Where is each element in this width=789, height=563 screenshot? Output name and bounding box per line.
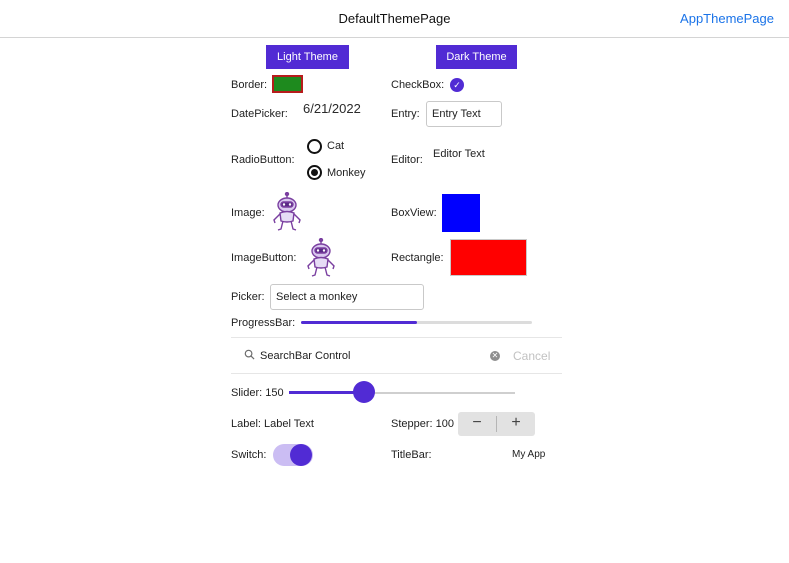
stepper-label: Stepper: 100 — [391, 418, 454, 430]
slider-label: Slider: 150 — [231, 387, 284, 399]
datepicker[interactable]: 6/21/2022 — [303, 101, 361, 116]
rectangle-shape — [450, 239, 527, 276]
boxview — [442, 194, 480, 232]
search-bar[interactable]: SearchBar Control ✕ Cancel — [231, 337, 562, 374]
border-content — [274, 77, 301, 91]
app-theme-page-link[interactable]: AppThemePage — [680, 11, 774, 26]
dotnet-bot-imagebutton-icon[interactable] — [303, 238, 339, 278]
checkmark-icon: ✓ — [453, 80, 461, 90]
stepper-decrement-button[interactable]: − — [458, 412, 496, 436]
radiobutton-label: RadioButton: — [231, 154, 295, 166]
entry-field[interactable]: Entry Text — [426, 101, 502, 127]
switch-knob[interactable] — [290, 444, 312, 466]
dotnet-bot-image-icon — [273, 192, 301, 231]
datepicker-label: DatePicker: — [231, 108, 288, 120]
navigation-bar: DefaultThemePage AppThemePage — [0, 0, 789, 38]
progress-bar — [301, 321, 532, 324]
stepper-increment-button[interactable]: + — [497, 412, 535, 436]
titlebar-label: TitleBar: — [391, 449, 432, 461]
radio-monkey[interactable] — [307, 165, 322, 180]
titlebar-value: My App — [512, 449, 546, 460]
dark-theme-button[interactable]: Dark Theme — [436, 45, 517, 69]
editor-label: Editor: — [391, 154, 423, 166]
light-theme-button[interactable]: Light Theme — [266, 45, 349, 69]
boxview-label: BoxView: — [391, 207, 437, 219]
imagebutton-label: ImageButton: — [231, 252, 297, 264]
clear-icon[interactable]: ✕ — [490, 351, 500, 361]
progressbar-label: ProgressBar: — [231, 317, 296, 329]
checkbox-label: CheckBox: — [391, 79, 445, 91]
stepper: − + — [458, 412, 535, 436]
slider-thumb[interactable] — [353, 381, 376, 403]
radio-cat[interactable] — [307, 139, 322, 154]
page-title: DefaultThemePage — [338, 11, 451, 26]
radio-monkey-label[interactable]: Monkey — [327, 167, 366, 179]
radio-cat-label[interactable]: Cat — [327, 140, 344, 152]
picker-label: Picker: — [231, 291, 265, 303]
switch-label: Switch: — [231, 449, 267, 461]
border-control — [272, 75, 303, 93]
entry-label: Entry: — [391, 108, 420, 120]
monkey-picker[interactable]: Select a monkey — [270, 284, 424, 310]
search-icon — [244, 349, 255, 360]
app-window: DefaultThemePage AppThemePage Light Them… — [0, 0, 789, 563]
search-input[interactable]: SearchBar Control — [260, 350, 351, 362]
checkbox[interactable]: ✓ — [450, 78, 464, 92]
rectangle-label: Rectangle: — [391, 252, 444, 264]
progress-fill — [301, 321, 417, 324]
editor-field[interactable]: Editor Text — [433, 148, 485, 160]
label-text: Label: Label Text — [231, 418, 314, 430]
border-label: Border: — [231, 79, 268, 91]
search-cancel-button[interactable]: Cancel — [513, 349, 550, 363]
image-label: Image: — [231, 207, 265, 219]
